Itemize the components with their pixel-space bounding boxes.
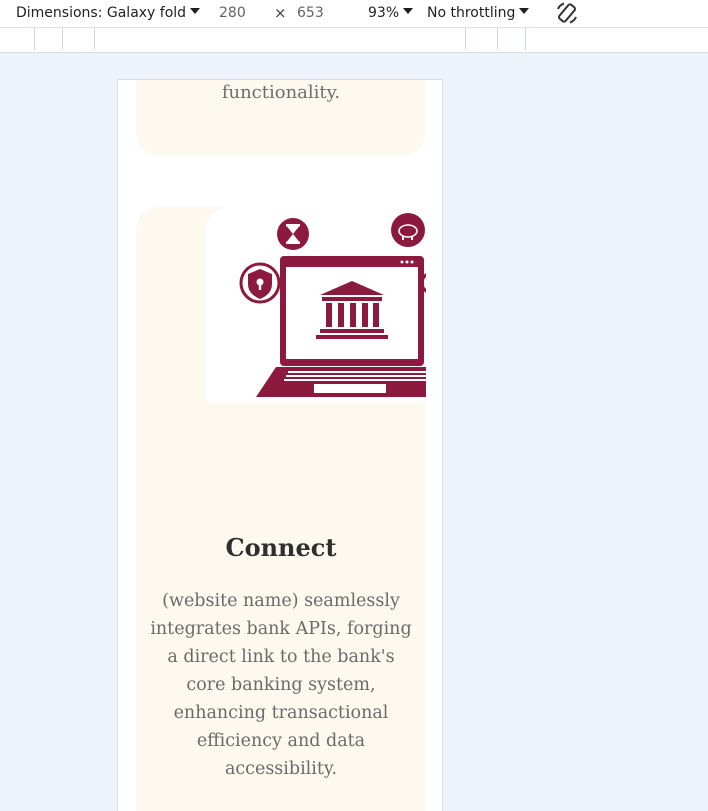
ruler-tick[interactable] [94,28,95,50]
zoom-select[interactable]: 93% [368,3,414,23]
card-title: Connect [225,533,337,562]
height-input[interactable]: 653 [297,3,324,23]
dimension-separator: × [274,4,287,22]
piggy-bank-icon [391,213,425,247]
width-input[interactable]: 280 [219,3,246,23]
ruler-tick[interactable] [525,28,526,50]
rotate-icon[interactable] [554,0,580,26]
ruler-tick[interactable] [497,28,498,50]
laptop-bank-illustration [239,213,426,397]
connect-feature-card: Connect (website name) seamlessly integr… [136,207,426,811]
previous-card-text: functionality. [221,82,341,103]
shield-lock-icon [239,262,281,304]
previous-feature-card: functionality. [136,80,426,155]
chevron-down-icon [190,8,201,14]
device-viewport: functionality. Connect (website name) se… [117,79,443,811]
hourglass-icon [277,218,309,250]
ruler-tick[interactable] [465,28,466,50]
throttling-label: No throttling [427,5,516,21]
chevron-down-icon [519,8,530,14]
card-description: (website name) seamlessly integrates ban… [150,591,412,779]
throttling-select[interactable]: No throttling [427,3,530,23]
devtools-device-toolbar: Dimensions: Galaxy fold 280 × 653 93% No… [0,0,708,28]
connect-illustration [206,207,426,403]
media-query-ruler [0,28,708,53]
device-select-label: Dimensions: Galaxy fold [16,5,187,21]
zoom-label: 93% [368,5,400,21]
device-select[interactable]: Dimensions: Galaxy fold [16,3,201,23]
ruler-tick[interactable] [62,28,63,50]
chevron-down-icon [403,8,414,14]
ruler-tick[interactable] [34,28,35,50]
